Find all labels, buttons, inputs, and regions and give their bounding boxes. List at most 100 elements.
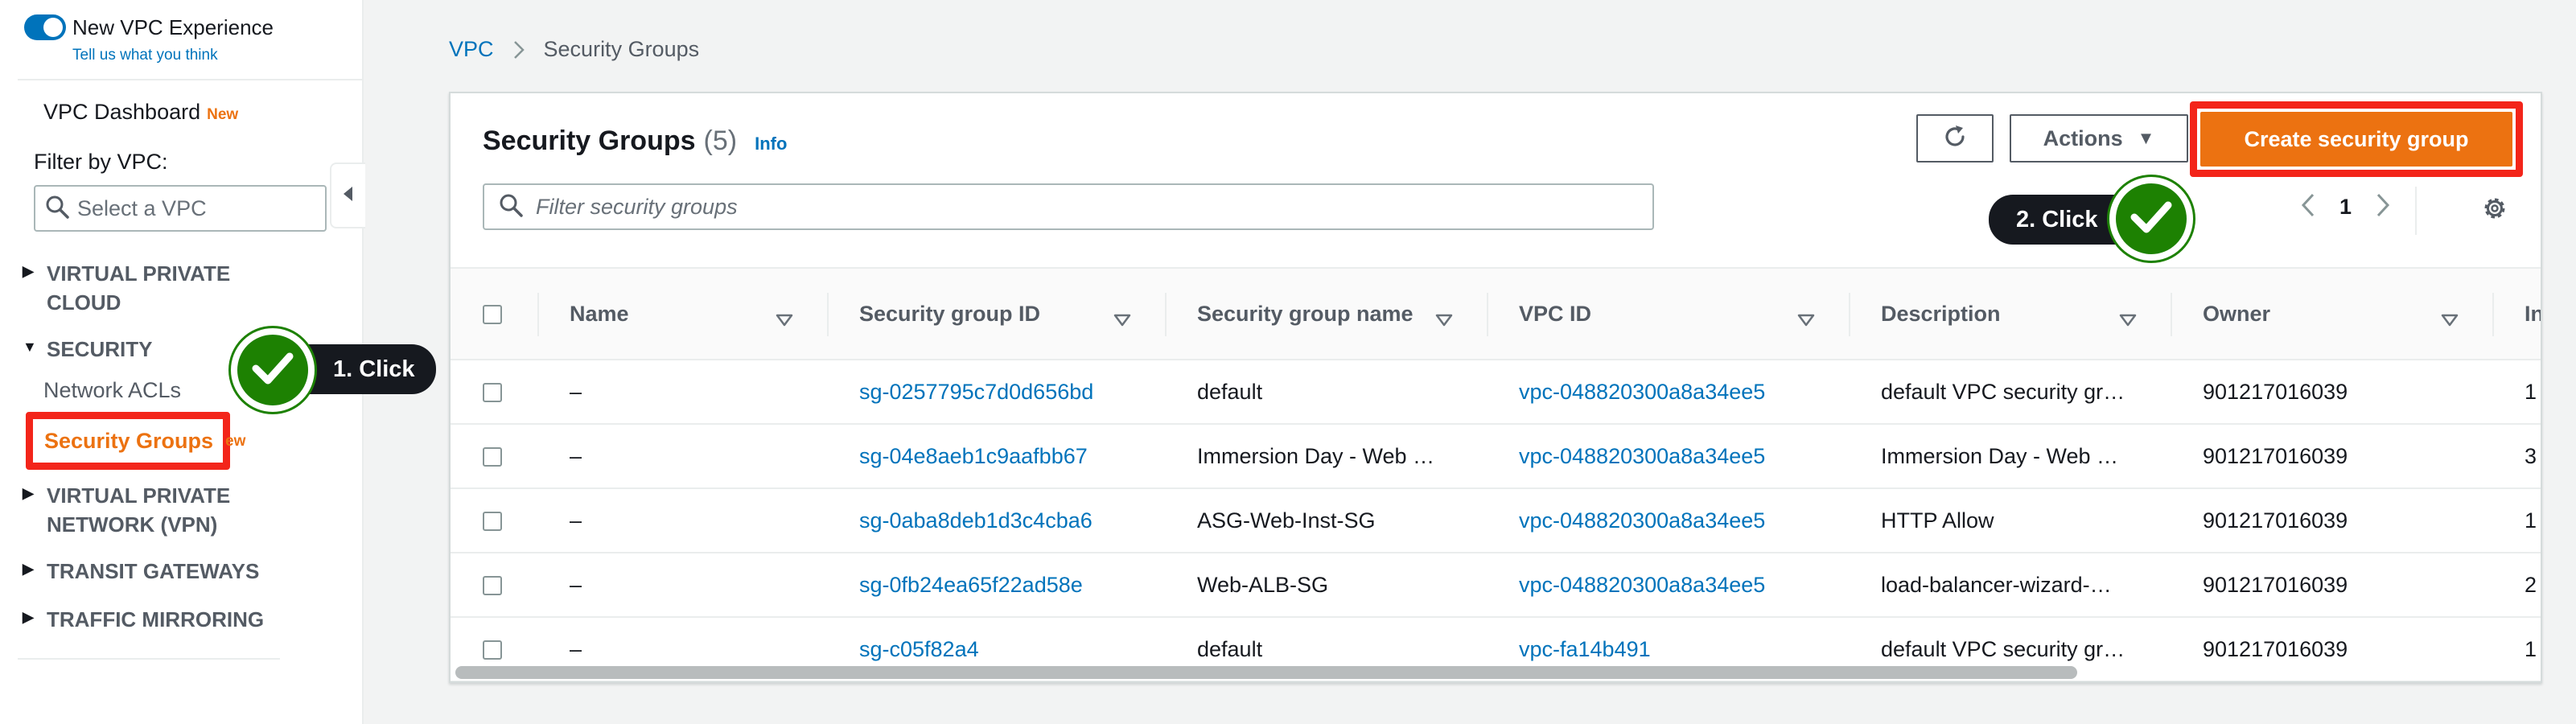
cell-description: load-balancer-wizard-… [1881, 572, 2112, 597]
section-vpn[interactable]: ▶ VIRTUAL PRIVATE NETWORK (VPN) [23, 481, 230, 539]
search-icon [45, 195, 69, 223]
row-checkbox[interactable] [483, 576, 502, 596]
filter-icon[interactable] [1797, 307, 1815, 332]
vpc-select-placeholder: Select a VPC [77, 195, 207, 220]
cell-inbound: 1 [2525, 508, 2537, 533]
actions-label: Actions [2043, 125, 2123, 150]
cell-owner: 901217016039 [2203, 572, 2348, 597]
cell-inbound: 3 [2525, 443, 2537, 468]
cell-security-group-name: Web-ALB-SG [1197, 572, 1329, 597]
breadcrumb: VPC Security Groups [449, 37, 699, 62]
section-label: SECURITY [47, 337, 153, 361]
caret-right-icon: ▶ [23, 485, 34, 501]
cell-name: – [570, 379, 582, 404]
section-virtual-private-cloud[interactable]: ▶ VIRTUAL PRIVATE CLOUD [23, 259, 230, 317]
divider [2415, 187, 2417, 235]
cell-name: – [570, 443, 582, 468]
collapse-sidebar-button[interactable] [330, 162, 365, 228]
column-header-vpc-id[interactable]: VPC ID [1487, 268, 1849, 360]
toggle-label: New VPC Experience [72, 14, 274, 39]
row-checkbox[interactable] [483, 383, 502, 403]
row-select-cell [451, 360, 537, 424]
filter-icon[interactable] [2441, 307, 2459, 332]
column-header-label: Description [1881, 301, 2001, 326]
cell-security-group-id-link[interactable]: sg-04e8aeb1c9aafbb67 [827, 424, 1165, 488]
security-groups-table: Name Security group ID Security group na… [451, 267, 2541, 681]
table-row[interactable]: – sg-0fb24ea65f22ad58e Web-ALB-SG vpc-04… [451, 553, 2541, 617]
section-traffic-mirroring[interactable]: ▶ TRAFFIC MIRRORING [23, 605, 264, 634]
cell-security-group-id-link[interactable]: sg-0fb24ea65f22ad58e [827, 553, 1165, 617]
chevron-left-icon[interactable] [2301, 193, 2315, 221]
filter-icon[interactable] [1435, 307, 1453, 332]
cell-security-group-id-link[interactable]: sg-0257795c7d0d656bd [827, 360, 1165, 424]
chevron-right-icon[interactable] [2376, 193, 2390, 221]
column-header-label: Security group ID [859, 301, 1041, 326]
checkmark-icon [252, 351, 294, 390]
select-all-checkbox[interactable] [483, 305, 502, 325]
section-transit-gateways[interactable]: ▶ TRANSIT GATEWAYS [23, 557, 259, 586]
pagination: 1 [2301, 193, 2390, 221]
row-checkbox[interactable] [483, 512, 502, 532]
cell-description: default VPC security gr… [1881, 379, 2125, 404]
row-checkbox[interactable] [483, 447, 502, 467]
row-select-cell [451, 424, 537, 488]
section-security[interactable]: ▼ SECURITY [23, 335, 152, 364]
column-header-owner[interactable]: Owner [2171, 268, 2492, 360]
column-header-security-group-id[interactable]: Security group ID [827, 268, 1165, 360]
refresh-icon [1941, 123, 1969, 154]
table-row[interactable]: – sg-0257795c7d0d656bd default vpc-04882… [451, 360, 2541, 424]
create-security-group-button[interactable]: Create security group [2200, 112, 2512, 167]
filter-security-groups-input[interactable]: Filter security groups [483, 183, 1654, 230]
search-icon [499, 193, 523, 221]
row-checkbox[interactable] [483, 640, 502, 660]
sidebar-item-network-acls[interactable]: Network ACLs [43, 378, 181, 403]
create-button-highlight: Create security group [2190, 101, 2523, 177]
refresh-button[interactable] [1916, 114, 1994, 162]
section-label-line1: VIRTUAL PRIVATE [47, 261, 231, 286]
divider [18, 79, 364, 80]
table-row[interactable]: – sg-04e8aeb1c9aafbb67 Immersion Day - W… [451, 424, 2541, 488]
cell-vpc-id-link[interactable]: vpc-048820300a8a34ee5 [1487, 424, 1849, 488]
section-label: TRAFFIC MIRRORING [47, 607, 265, 631]
caret-right-icon: ▶ [23, 263, 34, 279]
cell-vpc-id-link[interactable]: vpc-048820300a8a34ee5 [1487, 553, 1849, 617]
column-header-security-group-name[interactable]: Security group name [1165, 268, 1487, 360]
vpc-select[interactable]: Select a VPC [34, 185, 327, 232]
column-header-inbound[interactable]: In [2492, 268, 2541, 360]
sidebar-item-vpc-dashboard[interactable]: VPC Dashboard New [43, 100, 238, 125]
select-all-cell [451, 268, 537, 360]
feedback-link[interactable]: Tell us what you think [72, 47, 218, 64]
cell-vpc-id-link[interactable]: vpc-048820300a8a34ee5 [1487, 360, 1849, 424]
caret-down-icon: ▼ [23, 339, 37, 355]
filter-icon[interactable] [2119, 307, 2137, 332]
breadcrumb-vpc-link[interactable]: VPC [449, 37, 494, 62]
cell-vpc-id-link[interactable]: vpc-048820300a8a34ee5 [1487, 488, 1849, 553]
column-header-label: VPC ID [1519, 301, 1592, 326]
filter-icon[interactable] [1113, 307, 1131, 332]
cell-security-group-id-link[interactable]: sg-0aba8deb1d3c4cba6 [827, 488, 1165, 553]
table-row[interactable]: – sg-0aba8deb1d3c4cba6 ASG-Web-Inst-SG v… [451, 488, 2541, 553]
filter-icon[interactable] [776, 307, 793, 332]
column-header-description[interactable]: Description [1849, 268, 2171, 360]
horizontal-scrollbar[interactable] [455, 666, 2077, 679]
gear-icon[interactable] [2481, 195, 2508, 226]
filter-by-vpc-label: Filter by VPC: [34, 150, 168, 174]
checkmark-icon [2130, 200, 2172, 239]
info-link[interactable]: Info [755, 134, 787, 154]
cell-description: Immersion Day - Web … [1881, 443, 2119, 468]
column-header-name[interactable]: Name [537, 268, 827, 360]
sidebar-item-label: Security Groups [44, 428, 214, 453]
caret-right-icon: ▶ [23, 561, 34, 577]
actions-dropdown[interactable]: Actions ▼ [2010, 114, 2188, 162]
cell-inbound: 2 [2525, 572, 2537, 597]
new-vpc-experience-toggle[interactable] [24, 14, 66, 40]
section-label-line2: NETWORK (VPN) [47, 512, 218, 537]
page-number[interactable]: 1 [2339, 195, 2352, 220]
step1-check-marker [231, 328, 315, 412]
cell-inbound: 1 [2525, 636, 2537, 661]
sidebar-item-security-groups[interactable]: Security Groups [26, 412, 230, 470]
cell-name: – [570, 508, 582, 533]
row-select-cell [451, 553, 537, 617]
section-label: TRANSIT GATEWAYS [47, 559, 260, 583]
table-header-row: Name Security group ID Security group na… [451, 268, 2541, 360]
